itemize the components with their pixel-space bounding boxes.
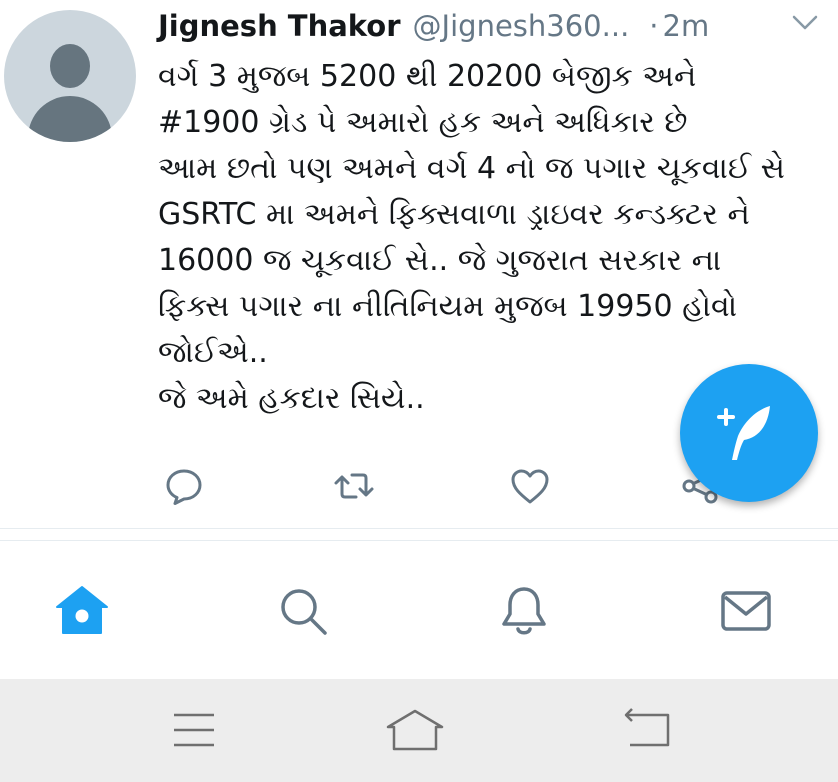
chevron-down-icon[interactable] bbox=[792, 14, 818, 32]
author-name[interactable]: Jignesh Thakor bbox=[158, 9, 401, 43]
menu-icon[interactable] bbox=[164, 705, 224, 755]
separator: · bbox=[649, 9, 659, 43]
bottom-tab-bar bbox=[0, 541, 838, 679]
tweet-line: ફિક્સ પગાર ના નીતિનિયમ મુજબ 19950 હોવો bbox=[158, 289, 738, 324]
divider bbox=[0, 528, 838, 529]
tweet-line: 16000 જ ચૂકવાઈ સે.. જે ગુજરાત સરકાર ના bbox=[158, 243, 722, 278]
like-icon[interactable] bbox=[508, 464, 552, 508]
system-navigation-bar bbox=[0, 679, 838, 782]
notifications-icon[interactable] bbox=[494, 581, 554, 641]
compose-tweet-button[interactable] bbox=[680, 364, 818, 502]
retweet-icon[interactable] bbox=[332, 464, 376, 508]
avatar-head bbox=[50, 44, 90, 88]
avatar[interactable] bbox=[4, 10, 136, 142]
back-icon[interactable] bbox=[618, 705, 678, 755]
timestamp[interactable]: 2m bbox=[663, 9, 710, 43]
search-icon[interactable] bbox=[273, 581, 333, 641]
avatar-shoulders bbox=[28, 96, 112, 142]
compose-tweet-icon bbox=[717, 406, 770, 460]
messages-icon[interactable] bbox=[716, 581, 776, 641]
tweet-actions bbox=[158, 464, 718, 508]
reply-icon[interactable] bbox=[162, 464, 206, 508]
tweet-line: વર્ગ 3 મુજબ 5200 થી 20200 બેજીક અને bbox=[158, 59, 697, 94]
home-icon[interactable] bbox=[380, 705, 450, 755]
home-icon[interactable] bbox=[52, 581, 112, 641]
tweet-line: આમ છતો પણ અમને વર્ગ 4 નો જ પગાર ચૂકવાઈ સ… bbox=[158, 151, 785, 186]
tweet-line: GSRTC મા અમને ફિક્સવાળા ડ્રાઇવર કન્ડક્ટર… bbox=[158, 197, 750, 232]
tweet-header: Jignesh Thakor @Jignesh360... · 2m bbox=[158, 4, 709, 48]
tweet-line: #1900 ગ્રેડ પે અમારો હક અને અધિકાર છે bbox=[158, 105, 688, 140]
author-handle[interactable]: @Jignesh360... bbox=[413, 9, 630, 43]
